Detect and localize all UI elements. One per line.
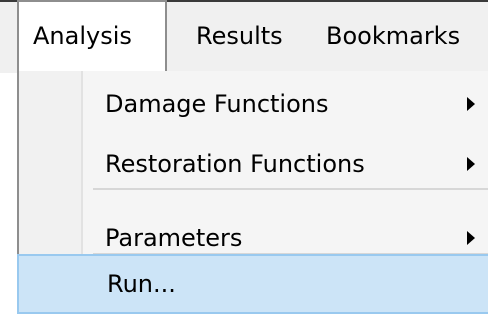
application-window: Analysis Results Bookmarks Damage Functi… [0,0,488,314]
submenu-arrow-icon [467,97,475,111]
menu-bar: Analysis Results Bookmarks [0,0,488,73]
menu-item-restoration-functions[interactable]: Restoration Functions [19,135,488,195]
submenu-arrow-icon [467,231,475,245]
menu-analysis[interactable]: Analysis [17,0,167,73]
menu-results[interactable]: Results [196,0,283,73]
menu-bookmarks[interactable]: Bookmarks [326,0,460,73]
menu-item-label: Damage Functions [105,90,329,118]
menu-item-damage-functions[interactable]: Damage Functions [19,75,488,135]
submenu-arrow-icon [467,157,475,171]
menu-item-label: Run... [107,270,176,298]
menu-item-label: Restoration Functions [105,150,365,178]
analysis-dropdown-menu: Damage Functions Restoration Functions P… [17,71,488,314]
menu-item-run[interactable]: Run... [17,254,488,314]
